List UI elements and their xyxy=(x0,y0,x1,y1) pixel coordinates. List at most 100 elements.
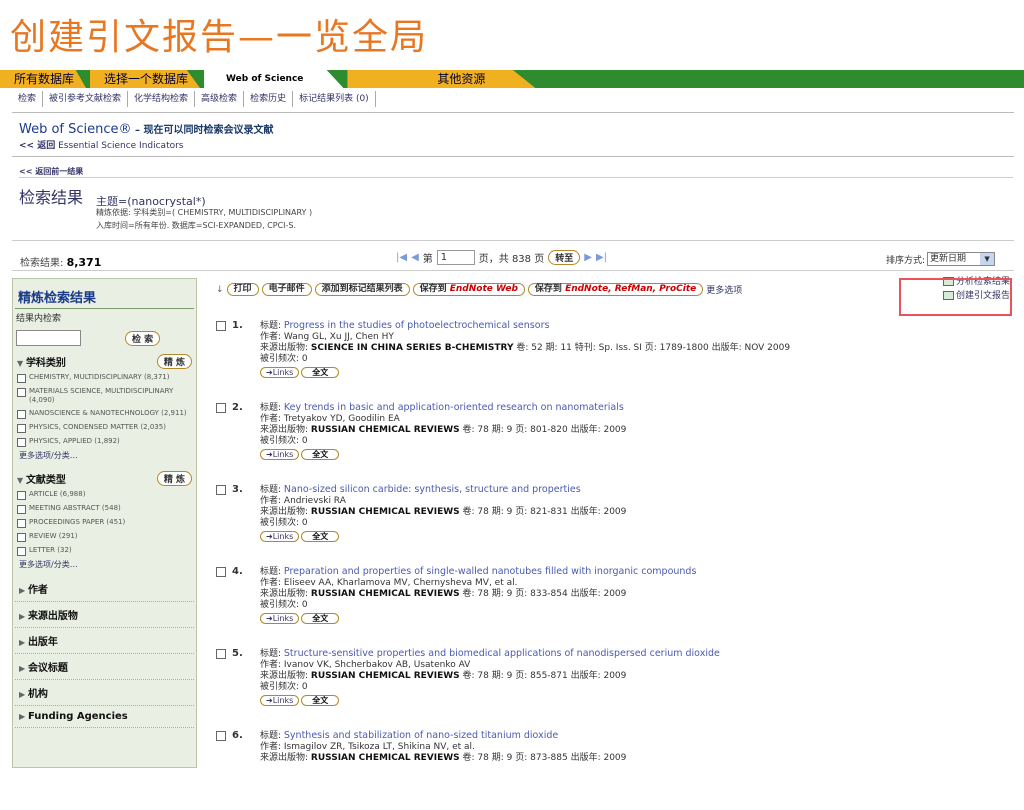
print-button[interactable]: 打印 xyxy=(226,283,259,296)
record-source: 来源出版物: RUSSIAN CHEMICAL REVIEWS 卷: 78 期:… xyxy=(260,753,627,763)
links-button[interactable]: ➜Links xyxy=(260,367,300,378)
page-title: 检索结果 xyxy=(19,188,84,207)
record-number: 1. xyxy=(232,320,243,331)
record-body: 标题: Progress in the studies of photoelec… xyxy=(260,320,790,378)
type-item[interactable]: MEETING ABSTRACT (548) xyxy=(13,502,196,516)
fulltext-button[interactable]: 全文 xyxy=(301,613,340,624)
add-marked-button[interactable]: 添加到标记结果列表 xyxy=(314,283,410,296)
tab-all-databases[interactable]: 所有数据库 xyxy=(0,70,87,88)
record-source: 来源出版物: RUSSIAN CHEMICAL REVIEWS 卷: 78 期:… xyxy=(260,589,627,599)
checkbox[interactable] xyxy=(17,410,26,419)
subnav-advanced[interactable]: 高级检索 xyxy=(195,91,245,107)
fulltext-button[interactable]: 全文 xyxy=(301,531,340,542)
checkbox[interactable] xyxy=(17,519,26,528)
esi-label[interactable]: Essential Science Indicators xyxy=(55,141,183,151)
next-page-icon[interactable]: ▶ xyxy=(584,252,592,263)
record-title-link[interactable]: Progress in the studies of photoelectroc… xyxy=(284,320,550,331)
section-author[interactable]: 作者 xyxy=(15,576,194,602)
record-checkbox[interactable] xyxy=(216,731,226,741)
record-links: ➜Links 全文 xyxy=(260,449,626,460)
section-doctype[interactable]: 文献类型 精 炼 xyxy=(13,467,196,488)
links-button[interactable]: ➜Links xyxy=(260,695,300,706)
record-checkbox[interactable] xyxy=(216,649,226,659)
record-checkbox[interactable] xyxy=(216,403,226,413)
go-button[interactable]: 转至 xyxy=(548,250,581,265)
email-button[interactable]: 电子邮件 xyxy=(261,283,312,296)
section-year[interactable]: 出版年 xyxy=(15,628,194,654)
record-body: 标题: Key trends in basic and application-… xyxy=(260,402,626,460)
subnav-structure[interactable]: 化学结构检索 xyxy=(128,91,196,107)
cat-item[interactable]: CHEMISTRY, MULTIDISCIPLINARY (8,371) xyxy=(13,371,196,385)
section-source[interactable]: 来源出版物 xyxy=(15,602,194,628)
checkbox[interactable] xyxy=(17,388,26,397)
links-button[interactable]: ➜Links xyxy=(260,531,300,542)
record-links: ➜Links 全文 xyxy=(260,613,696,624)
checkbox[interactable] xyxy=(17,547,26,556)
prev-page-icon[interactable]: ◀ xyxy=(411,252,419,263)
checkbox[interactable] xyxy=(17,424,26,433)
checkbox[interactable] xyxy=(17,374,26,383)
chevron-down-icon[interactable]: ▼ xyxy=(980,253,995,265)
pager-total: 页，共 838 页 xyxy=(478,254,545,265)
fulltext-button[interactable]: 全文 xyxy=(301,695,340,706)
record-checkbox[interactable] xyxy=(216,567,226,577)
type-item[interactable]: LETTER (32) xyxy=(13,544,196,558)
result-count-value: 8,371 xyxy=(66,256,102,269)
refine-button[interactable]: 精 炼 xyxy=(156,354,192,369)
search-subnav: 检索 被引参考文献检索 化学结构检索 高级检索 检索历史 标记结果列表 (0) xyxy=(12,91,376,107)
section-funding[interactable]: Funding Agencies xyxy=(15,706,194,728)
links-button[interactable]: ➜Links xyxy=(260,449,300,460)
type-item[interactable]: ARTICLE (6,988) xyxy=(13,488,196,502)
more-subjects-link[interactable]: 更多选项/分类… xyxy=(13,449,196,467)
record-title-link[interactable]: Nano-sized silicon carbide: synthesis, s… xyxy=(284,484,581,495)
subnav-marked-list[interactable]: 标记结果列表 (0) xyxy=(293,91,376,107)
save-endnote-button[interactable]: 保存到 EndNote, RefMan, ProCite xyxy=(527,283,704,296)
tab-select-database[interactable]: 选择一个数据库 xyxy=(90,70,201,88)
first-page-icon[interactable]: |◀ xyxy=(396,252,407,263)
last-page-icon[interactable]: ▶| xyxy=(596,252,607,263)
cat-item[interactable]: MATERIALS SCIENCE, MULTIDISCIPLINARY (4,… xyxy=(13,385,196,407)
subnav-search[interactable]: 检索 xyxy=(12,91,44,107)
checkbox[interactable] xyxy=(17,438,26,447)
more-options-link[interactable]: 更多选项 xyxy=(706,283,742,296)
results-list: 1. 标题: Progress in the studies of photoe… xyxy=(216,318,1016,810)
db-tabs: 所有数据库 选择一个数据库 Web of Science 其他资源 xyxy=(0,70,539,88)
within-search-input[interactable] xyxy=(16,330,81,346)
record-title-link[interactable]: Preparation and properties of single-wal… xyxy=(284,566,697,577)
save-endnote-web-button[interactable]: 保存到 EndNote Web xyxy=(412,283,525,296)
record-title: 标题: Preparation and properties of single… xyxy=(260,566,697,577)
esi-back[interactable]: << 返回 xyxy=(19,141,55,151)
section-institution[interactable]: 机构 xyxy=(15,680,194,706)
section-subject[interactable]: 学科类别 精 炼 xyxy=(13,350,196,371)
fulltext-button[interactable]: 全文 xyxy=(301,449,340,460)
record-checkbox[interactable] xyxy=(216,321,226,331)
checkbox[interactable] xyxy=(17,491,26,500)
cat-item[interactable]: PHYSICS, CONDENSED MATTER (2,035) xyxy=(13,421,196,435)
within-search-button[interactable]: 检 索 xyxy=(125,330,161,346)
record-cited: 被引频次: 0 xyxy=(260,600,308,610)
checkbox[interactable] xyxy=(17,533,26,542)
back-prev-results[interactable]: << 返回前一结果 xyxy=(19,166,83,177)
type-item[interactable]: PROCEEDINGS PAPER (451) xyxy=(13,516,196,530)
esi-link[interactable]: << 返回 Essential Science Indicators xyxy=(19,138,184,151)
page-input[interactable]: 1 xyxy=(436,250,475,265)
record-title-link[interactable]: Key trends in basic and application-orie… xyxy=(284,402,624,413)
links-button[interactable]: ➜Links xyxy=(260,613,300,624)
tab-other-resources[interactable]: 其他资源 xyxy=(347,70,536,88)
record-checkbox[interactable] xyxy=(216,485,226,495)
sort-label: 排序方式: xyxy=(886,255,926,266)
refine-button[interactable]: 精 炼 xyxy=(156,471,192,486)
cat-item[interactable]: PHYSICS, APPLIED (1,892) xyxy=(13,435,196,449)
subnav-history[interactable]: 检索历史 xyxy=(244,91,294,107)
record-title-link[interactable]: Synthesis and stabilization of nano-size… xyxy=(284,730,558,741)
fulltext-button[interactable]: 全文 xyxy=(301,367,340,378)
type-item[interactable]: REVIEW (291) xyxy=(13,530,196,544)
more-types-link[interactable]: 更多选项/分类… xyxy=(13,558,196,576)
record-title-link[interactable]: Structure-sensitive properties and biome… xyxy=(284,648,720,659)
section-conference[interactable]: 会议标题 xyxy=(15,654,194,680)
tab-web-of-science[interactable]: Web of Science xyxy=(204,70,344,88)
sort-select[interactable]: 更新日期 ▼ xyxy=(927,252,996,266)
cat-item[interactable]: NANOSCIENCE & NANOTECHNOLOGY (2,911) xyxy=(13,407,196,421)
checkbox[interactable] xyxy=(17,505,26,514)
subnav-cited-ref[interactable]: 被引参考文献检索 xyxy=(43,91,129,107)
